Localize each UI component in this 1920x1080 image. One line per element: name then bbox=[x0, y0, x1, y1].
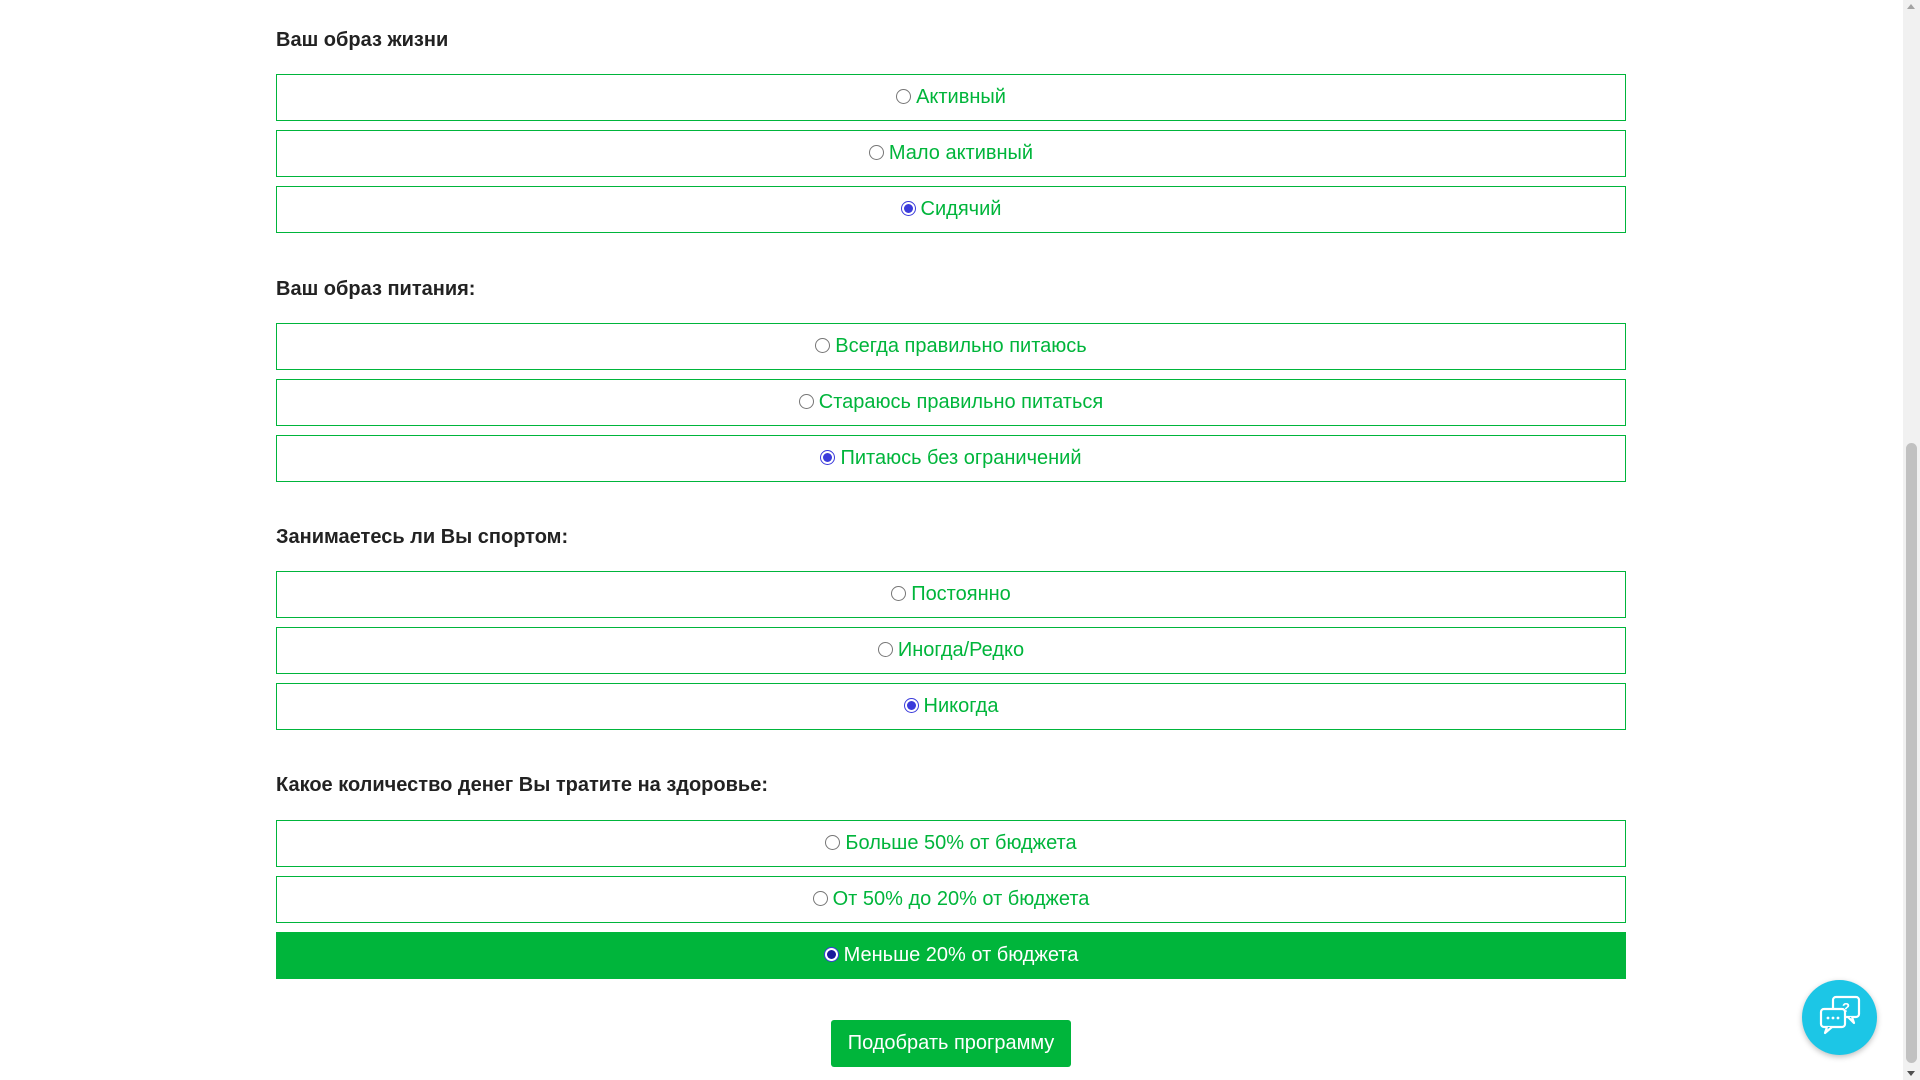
option-never[interactable]: Никогда bbox=[276, 683, 1626, 730]
question-title: Занимаетесь ли Вы спортом: bbox=[276, 526, 569, 548]
option-label: Стараюсь правильно питаться bbox=[818, 391, 1104, 413]
option-label: Всегда правильно питаюсь bbox=[835, 335, 1087, 357]
option-less-20[interactable]: Меньше 20% от бюджета bbox=[276, 932, 1626, 979]
radio-button[interactable] bbox=[798, 394, 814, 409]
section-sport: Занимаетесь ли Вы спортом: bbox=[276, 525, 568, 549]
option-low-active[interactable]: Мало активный bbox=[276, 130, 1626, 177]
option-sedentary[interactable]: Сидячий bbox=[276, 186, 1626, 233]
option-active[interactable]: Активный bbox=[276, 74, 1626, 121]
options-budget: Больше 50% от бюджета От 50% до 20% от б… bbox=[276, 820, 1626, 988]
scrollbar-thumb[interactable] bbox=[1906, 443, 1917, 1063]
section-lifestyle: Ваш образ жизни bbox=[276, 28, 448, 52]
option-label: Иногда/Редко bbox=[897, 639, 1025, 661]
radio-button[interactable] bbox=[812, 891, 828, 906]
radio-button[interactable] bbox=[815, 338, 831, 353]
vertical-scrollbar[interactable] bbox=[1903, 0, 1920, 1080]
option-label: Мало активный bbox=[888, 142, 1034, 164]
options-sport: Постоянно Иногда/Редко Никогда bbox=[276, 571, 1626, 739]
radio-button-checked[interactable] bbox=[903, 698, 919, 713]
option-label: Меньше 20% от бюджета bbox=[843, 944, 1079, 966]
option-label: Больше 50% от бюджета bbox=[845, 832, 1077, 854]
option-try-healthy[interactable]: Стараюсь правильно питаться bbox=[276, 379, 1626, 426]
radio-button[interactable] bbox=[825, 835, 841, 850]
radio-button[interactable] bbox=[877, 642, 893, 657]
options-lifestyle: Активный Мало активный Сидячий bbox=[276, 74, 1626, 242]
radio-button-checked[interactable] bbox=[820, 450, 836, 465]
section-nutrition: Ваш образ питания: bbox=[276, 277, 475, 301]
option-label: Никогда bbox=[923, 695, 999, 717]
question-title: Ваш образ жизни bbox=[276, 29, 449, 51]
radio-button-checked[interactable] bbox=[823, 947, 839, 962]
question-title: Ваш образ питания: bbox=[276, 278, 476, 300]
option-sometimes[interactable]: Иногда/Редко bbox=[276, 627, 1626, 674]
option-constantly[interactable]: Постоянно bbox=[276, 571, 1626, 618]
option-label: От 50% до 20% от бюджета bbox=[832, 888, 1090, 910]
option-label: Питаюсь без ограничений bbox=[840, 447, 1082, 469]
scroll-up-arrow-icon[interactable] bbox=[1907, 4, 1915, 9]
scroll-down-arrow-icon[interactable] bbox=[1907, 1071, 1915, 1076]
page: Ваш образ жизни Активный Мало активный С… bbox=[0, 0, 1920, 1080]
submit-button[interactable]: Подобрать программу bbox=[831, 1020, 1071, 1067]
option-more-50[interactable]: Больше 50% от бюджета bbox=[276, 820, 1626, 867]
option-always-healthy[interactable]: Всегда правильно питаюсь bbox=[276, 323, 1626, 370]
option-label: Сидячий bbox=[920, 198, 1002, 220]
radio-button[interactable] bbox=[896, 89, 912, 104]
question-title: Какое количество денег Вы тратите на здо… bbox=[276, 774, 768, 796]
radio-button-checked[interactable] bbox=[900, 201, 916, 216]
options-nutrition: Всегда правильно питаюсь Стараюсь правил… bbox=[276, 323, 1626, 491]
radio-button[interactable] bbox=[868, 145, 884, 160]
option-no-restrictions[interactable]: Питаюсь без ограничений bbox=[276, 435, 1626, 482]
help-chat-button[interactable]: ? bbox=[1802, 980, 1877, 1055]
option-label: Постоянно bbox=[911, 583, 1011, 605]
section-budget: Какое количество денег Вы тратите на здо… bbox=[276, 773, 768, 797]
chat-question-icon: ? bbox=[1818, 993, 1862, 1042]
option-label: Активный bbox=[916, 86, 1006, 108]
radio-button[interactable] bbox=[891, 586, 907, 601]
option-50-to-20[interactable]: От 50% до 20% от бюджета bbox=[276, 876, 1626, 923]
